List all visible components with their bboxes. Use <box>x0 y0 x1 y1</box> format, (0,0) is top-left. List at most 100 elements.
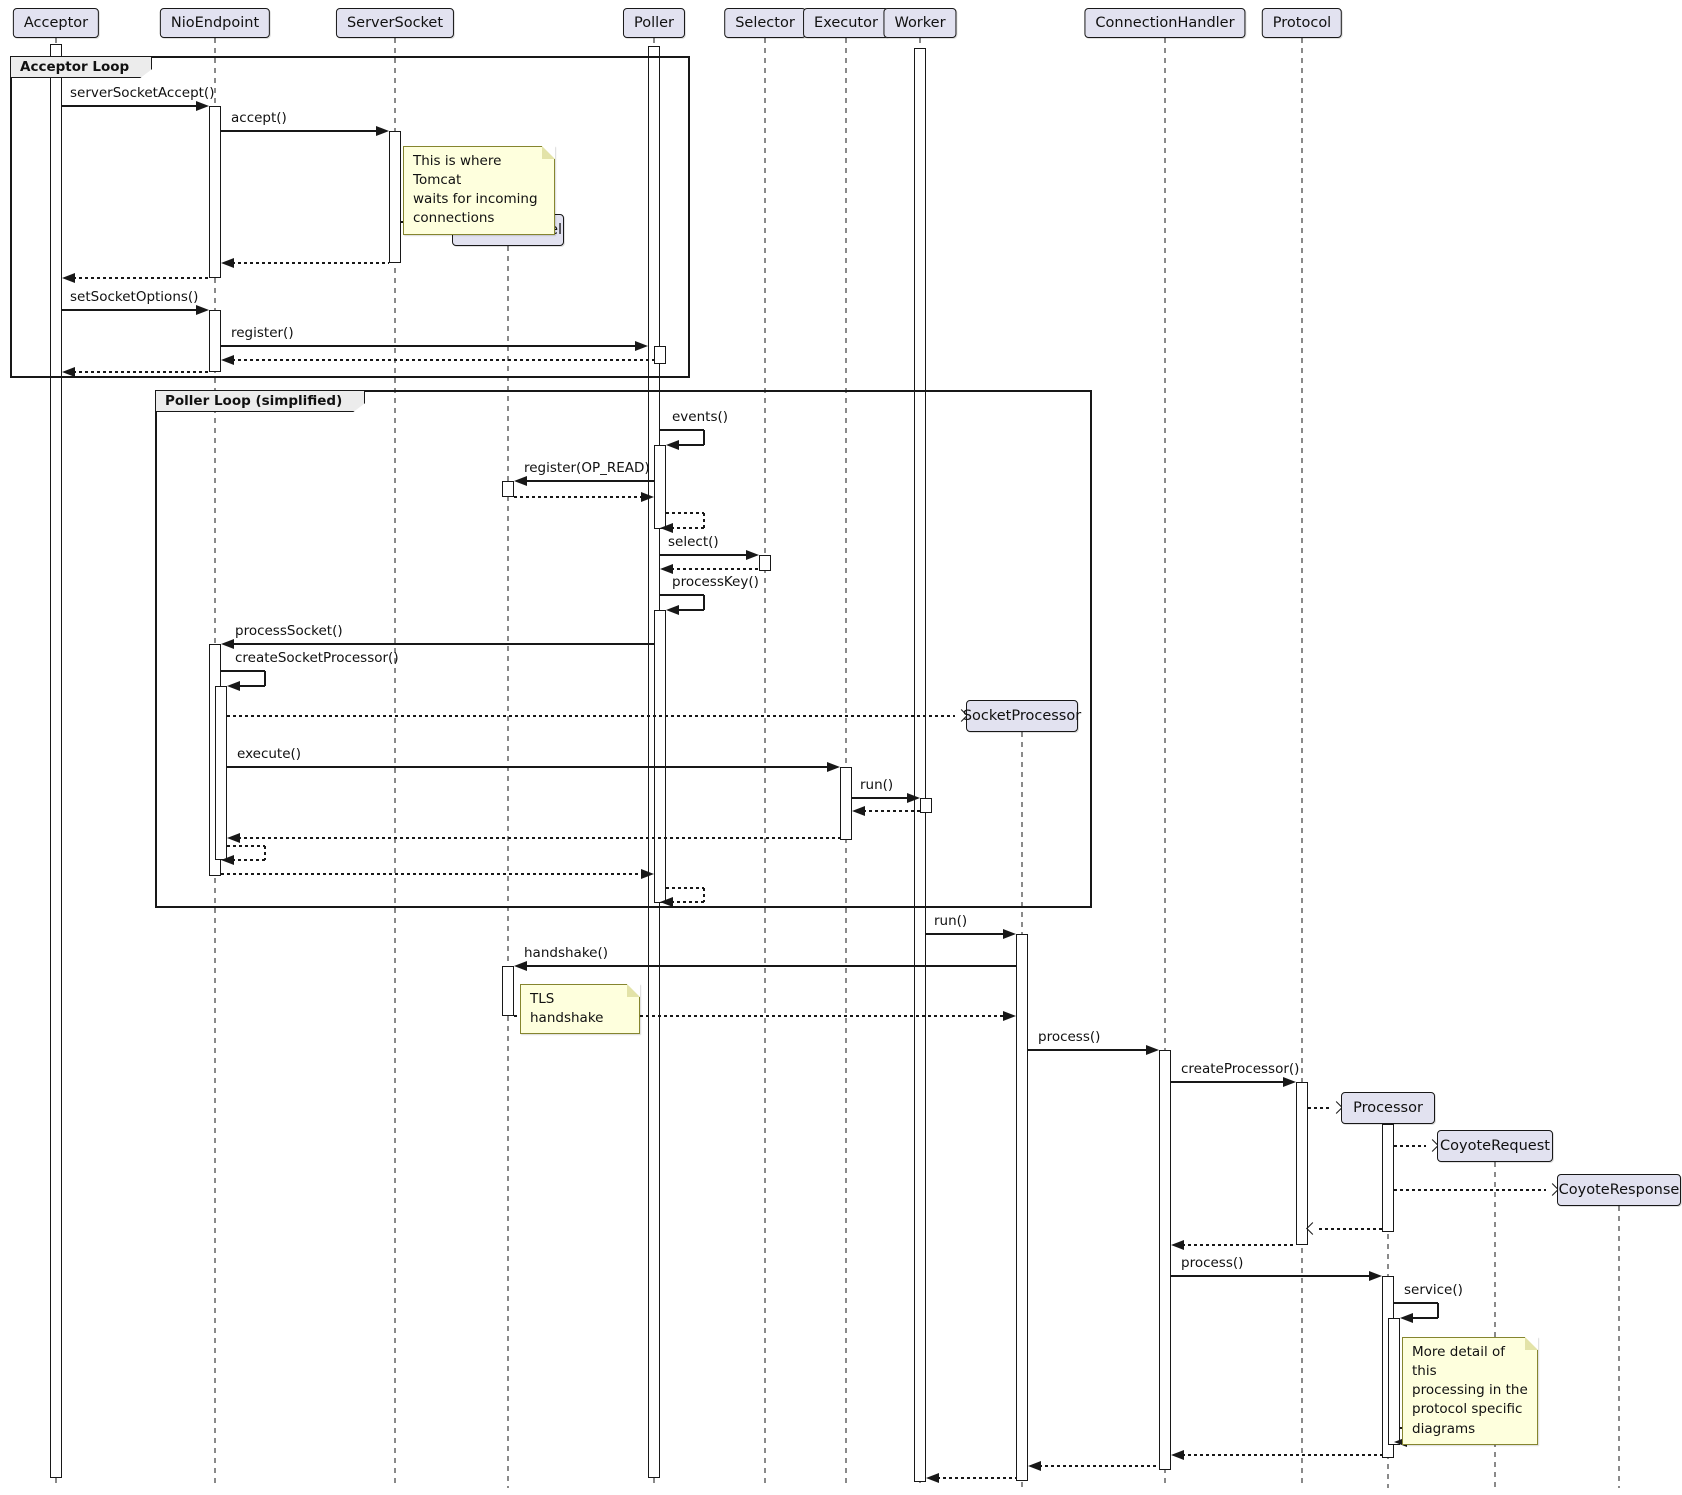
arrowhead <box>1283 1077 1296 1087</box>
arrowhead <box>1003 1011 1016 1021</box>
message-label: select() <box>668 534 719 550</box>
participant-nioendpoint: NioEndpoint <box>160 8 270 38</box>
message-service-37-side <box>1437 1303 1439 1318</box>
arrowhead <box>827 762 840 772</box>
message-selfreturn-12-top <box>666 512 704 514</box>
arrowhead <box>852 806 865 816</box>
message-return-3 <box>232 262 389 264</box>
message-processkey-15-bottom <box>677 609 704 611</box>
message-label: processKey() <box>672 574 759 590</box>
message-label: events() <box>672 409 728 425</box>
message-createprocessor-30 <box>1171 1081 1285 1083</box>
participant-executor: Executor <box>803 8 889 38</box>
message-return-14 <box>671 568 759 570</box>
message-label: process() <box>1181 1255 1243 1271</box>
arrowhead <box>1171 1240 1184 1250</box>
arrowhead <box>376 126 389 136</box>
participant-socketprocessor: SocketProcessor <box>966 700 1078 732</box>
message-return-22 <box>238 837 840 839</box>
participant-selector: Selector <box>724 8 806 38</box>
participant-serversocket: ServerSocket <box>336 8 454 38</box>
message-execute-19 <box>227 766 829 768</box>
message-create-32 <box>1394 1145 1426 1147</box>
arrowhead <box>666 605 679 615</box>
message-return-8 <box>73 371 209 373</box>
message-selfreturn-23-side <box>264 846 266 860</box>
message-selfreturn-23-top <box>227 845 265 847</box>
message-return-35 <box>1182 1244 1296 1246</box>
message-run-20 <box>852 797 909 799</box>
message-label: accept() <box>231 110 287 126</box>
message-return-11 <box>514 496 643 498</box>
participant-protocol: Protocol <box>1262 8 1342 38</box>
message-label: run() <box>860 777 893 793</box>
message-processsocket-16 <box>232 643 654 645</box>
arrowhead <box>62 273 75 283</box>
arrowhead <box>1028 1461 1041 1471</box>
activation-connectionhandler-process <box>1159 1050 1171 1470</box>
participant-processor: Processor <box>1341 1092 1435 1124</box>
arrowhead <box>221 258 234 268</box>
arrowhead <box>907 793 920 803</box>
message-setsocketoptions-5 <box>62 309 198 311</box>
participant-acceptor: Acceptor <box>13 8 99 38</box>
message-label: createSocketProcessor() <box>235 650 399 666</box>
message-label: execute() <box>237 746 301 762</box>
message-return-24 <box>221 873 643 875</box>
message-register-6 <box>221 345 637 347</box>
message-label: handshake() <box>524 945 608 961</box>
message-processkey-15-top <box>660 594 704 596</box>
message-return-34 <box>1319 1228 1382 1230</box>
message-return-40 <box>1039 1465 1159 1467</box>
message-label: register(OP_READ) <box>524 460 650 476</box>
sequence-diagram: Acceptor LoopPoller Loop (simplified)ser… <box>0 0 1682 1495</box>
message-serversocketaccept-0 <box>62 105 198 107</box>
arrowhead <box>196 101 209 111</box>
message-selfreturn-25-bottom <box>671 901 704 903</box>
arrowhead <box>1400 1313 1413 1323</box>
arrowhead <box>62 367 75 377</box>
message-create-18 <box>227 715 955 717</box>
message-return-4 <box>73 277 209 279</box>
arrowhead <box>221 639 234 649</box>
lifeline-coyoteresponse <box>1618 1206 1620 1488</box>
message-label: register() <box>231 325 294 341</box>
message-service-37-top <box>1394 1302 1438 1304</box>
arrowhead <box>641 869 654 879</box>
message-run-26 <box>926 933 1005 935</box>
message-events-9-side <box>703 430 705 445</box>
message-registerop_read-10 <box>525 480 654 482</box>
message-return-41 <box>937 1477 1016 1479</box>
arrowhead <box>227 681 240 691</box>
message-processkey-15-side <box>703 595 705 610</box>
arrowhead <box>1369 1271 1382 1281</box>
arrowhead <box>660 897 673 907</box>
message-label: processSocket() <box>235 623 343 639</box>
message-selfreturn-23-bottom <box>232 859 265 861</box>
message-selfreturn-12-side <box>703 513 705 528</box>
message-selfreturn-25-side <box>703 888 705 902</box>
arrowhead <box>1306 1222 1319 1235</box>
activation-protocol-createprocessor <box>1296 1082 1308 1245</box>
message-accept-1 <box>221 130 378 132</box>
message-return-7 <box>232 359 654 361</box>
arrowhead <box>746 550 759 560</box>
message-return-39 <box>1182 1454 1382 1456</box>
arrowhead <box>641 492 654 502</box>
arrowhead <box>1003 929 1016 939</box>
message-label: setSocketOptions() <box>70 289 198 305</box>
arrowhead <box>514 961 527 971</box>
message-select-13 <box>660 554 748 556</box>
message-selfreturn-25-top <box>666 887 704 889</box>
message-label: createProcessor() <box>1181 1061 1299 1077</box>
participant-coyoterequest: CoyoteRequest <box>1437 1130 1553 1162</box>
message-label: run() <box>934 913 967 929</box>
arrowhead <box>227 833 240 843</box>
activation-processor-service <box>1388 1318 1400 1445</box>
arrowhead <box>221 855 234 865</box>
note-protocol-detail: More detail of this processing in the pr… <box>1402 1337 1538 1445</box>
arrowhead <box>1146 1045 1159 1055</box>
message-service-37-bottom <box>1411 1317 1438 1319</box>
activation-processor-create <box>1382 1124 1394 1232</box>
note-tls: TLS handshake <box>520 984 640 1034</box>
